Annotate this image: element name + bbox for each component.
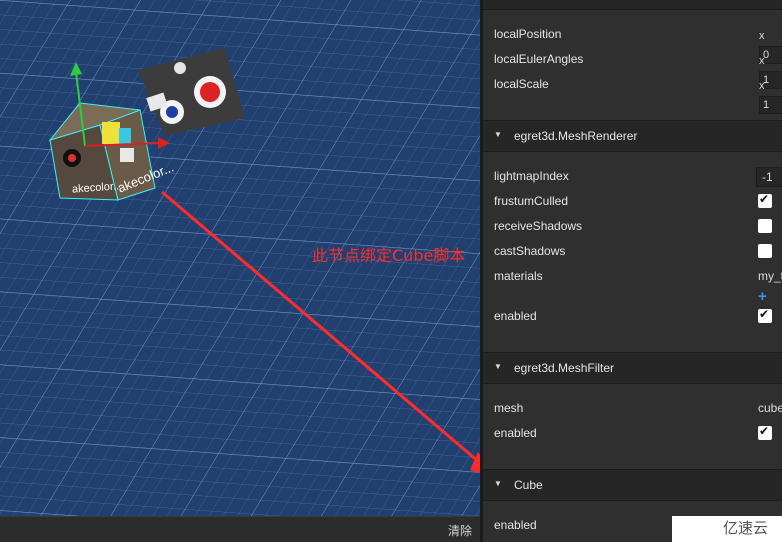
local-scale-x-input[interactable]: 1 [759,96,782,114]
transform-header[interactable] [483,0,782,10]
cube-enabled-label: enabled [494,518,537,532]
collapse-caret-icon[interactable]: ▼ [494,130,502,139]
mesh-renderer-enabled-label: enabled [494,309,537,323]
cube-component-header[interactable]: ▼ Cube [483,469,782,501]
annotation-text: 此节点绑定Cube脚本 [312,246,466,265]
local-position-x[interactable]: x0 [759,26,782,64]
mesh-renderer-enabled-checkbox[interactable] [758,307,772,323]
x-axis-label: x [759,80,765,92]
mesh-filter-header[interactable]: ▼ egret3d.MeshFilter [483,352,782,384]
receive-shadows-checkbox[interactable] [758,219,772,233]
local-euler-label: localEulerAngles [494,52,584,66]
lightmap-index-input[interactable]: -1 [756,167,782,187]
add-material-icon[interactable]: + [758,288,767,305]
local-position-label: localPosition [494,27,562,41]
local-scale-label: localScale [494,77,549,91]
collapse-caret-icon[interactable]: ▼ [494,479,502,488]
receive-shadows-label: receiveShadows [494,219,583,233]
mesh-label: mesh [494,401,524,415]
local-scale-x[interactable]: x1 [759,76,782,114]
mesh-renderer-header[interactable]: ▼ egret3d.MeshRenderer [483,120,782,152]
cast-shadows-label: castShadows [494,244,566,258]
inspector-panel: localPosition x0 localEulerAngles x1 loc… [483,0,782,542]
mesh-filter-enabled-checkbox[interactable] [758,424,772,440]
console-bar: 清除 [0,516,480,542]
frustum-culled-label: frustumCulled [494,194,569,208]
cube-component-title: Cube [514,478,543,492]
local-euler-x[interactable]: x1 [759,51,782,89]
mesh-value[interactable]: cube [758,398,782,418]
clear-button[interactable]: 清除 [448,522,472,539]
materials-label: materials [494,269,543,283]
x-axis-label: x [759,30,765,42]
watermark-text: 亿速云 [722,520,768,537]
materials-value[interactable]: my_t [758,266,782,286]
watermark: 亿速云 [672,516,782,542]
mesh-filter-enabled-label: enabled [494,426,537,440]
cast-shadows-checkbox[interactable] [758,244,772,258]
lightmap-index-label: lightmapIndex [494,169,569,183]
collapse-caret-icon[interactable]: ▼ [494,362,502,371]
mesh-filter-title: egret3d.MeshFilter [514,361,615,375]
x-axis-label: x [759,55,765,67]
frustum-culled-checkbox[interactable] [758,192,772,208]
mesh-renderer-title: egret3d.MeshRenderer [514,129,638,143]
